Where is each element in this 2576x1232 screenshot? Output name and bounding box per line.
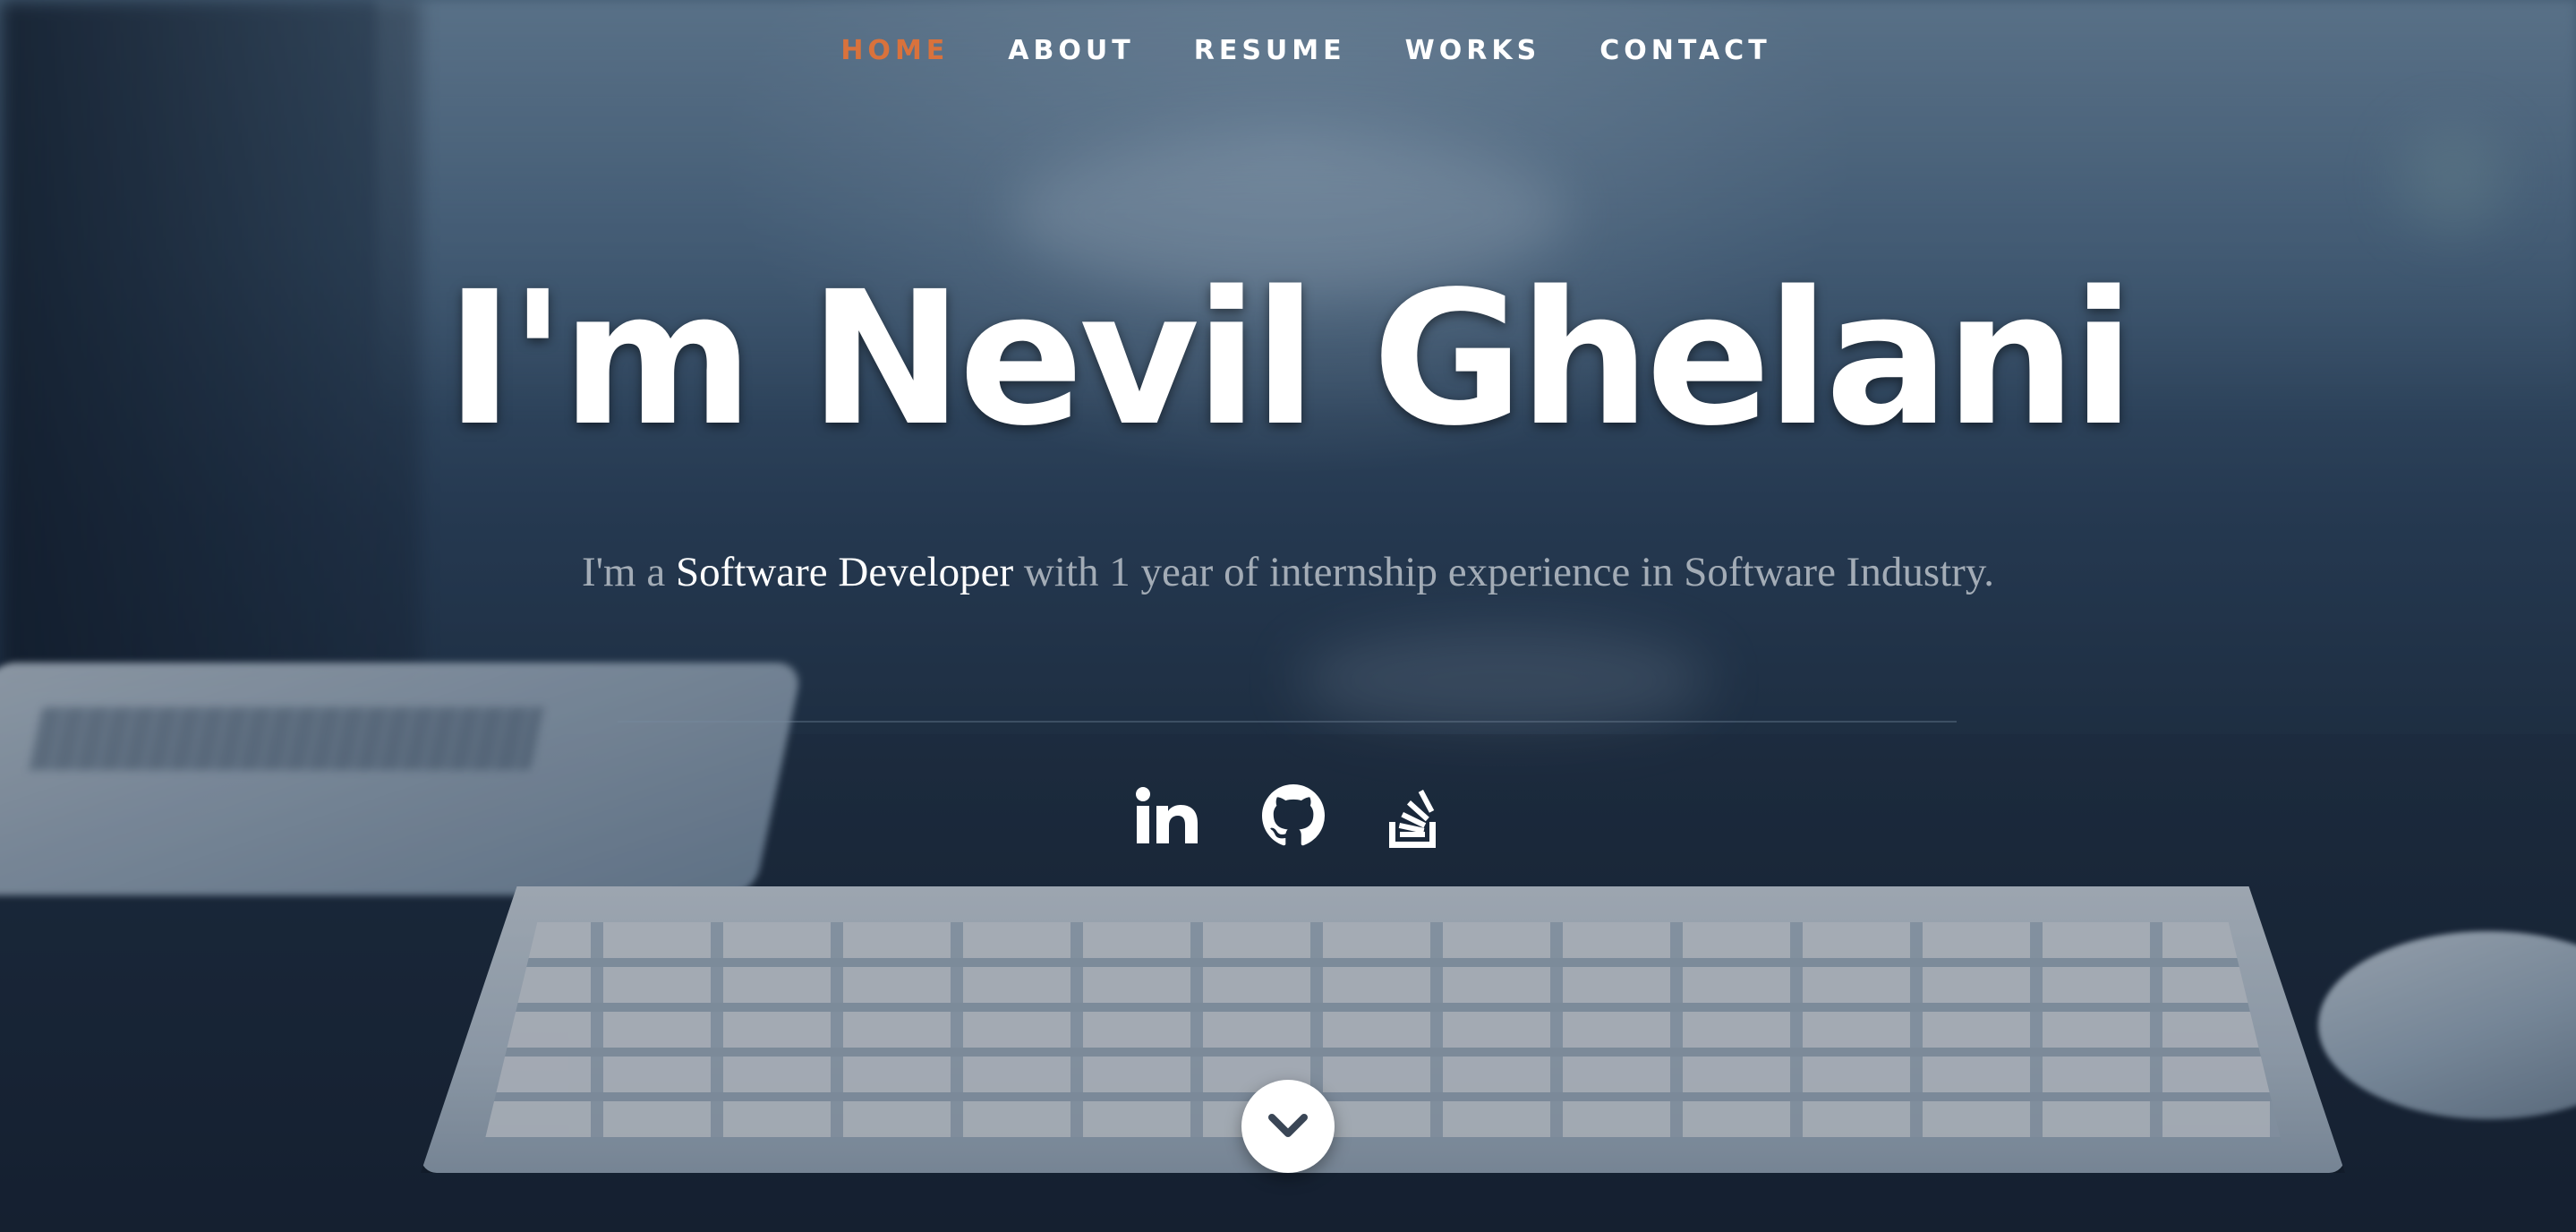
subtitle-suffix: with 1 year of internship experience in … bbox=[1013, 549, 1995, 595]
github-link[interactable] bbox=[1262, 784, 1325, 847]
nav-item-about[interactable]: ABOUT bbox=[1008, 35, 1134, 66]
nav-item-contact[interactable]: CONTACT bbox=[1599, 35, 1770, 66]
hero-subtitle: I'm a Software Developer with 1 year of … bbox=[501, 534, 2075, 611]
nav-item-works[interactable]: WORKS bbox=[1405, 35, 1541, 66]
subtitle-prefix: I'm a bbox=[581, 549, 676, 595]
github-icon bbox=[1262, 784, 1325, 846]
stackoverflow-icon bbox=[1389, 790, 1436, 848]
nav-item-resume[interactable]: RESUME bbox=[1194, 35, 1346, 66]
social-links bbox=[1119, 777, 1459, 854]
main-nav: HOME ABOUT RESUME WORKS CONTACT bbox=[0, 0, 2576, 100]
linkedin-link[interactable] bbox=[1135, 786, 1199, 845]
linkedin-icon bbox=[1136, 787, 1198, 843]
nav-item-home[interactable]: HOME bbox=[840, 35, 949, 66]
hero-background bbox=[0, 0, 2576, 1232]
scroll-down-button[interactable] bbox=[1241, 1080, 1335, 1173]
stackoverflow-link[interactable] bbox=[1387, 783, 1443, 849]
hero-divider bbox=[618, 721, 1957, 723]
subtitle-role: Software Developer bbox=[675, 549, 1014, 595]
chevron-down-icon bbox=[1268, 1114, 1308, 1137]
hero-title: I'm Nevil Ghelani bbox=[445, 252, 2136, 466]
